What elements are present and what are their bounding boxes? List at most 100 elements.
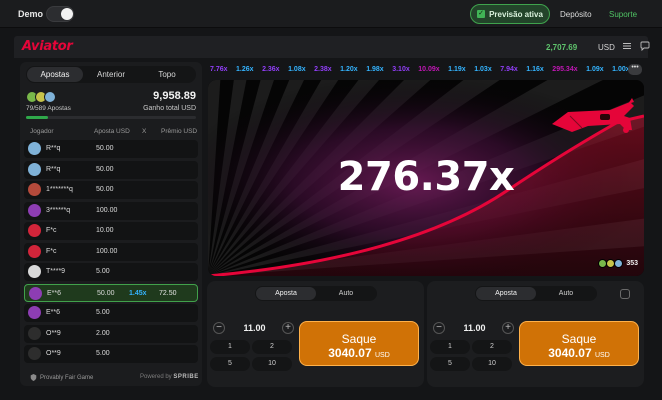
history-item[interactable]: 1.00x [612, 62, 628, 78]
bet-amount: 50.00 [96, 165, 114, 173]
tab-auto[interactable]: Auto [536, 287, 596, 300]
tab-topo[interactable]: Topo [139, 67, 195, 82]
tab-aposta[interactable]: Aposta [476, 287, 536, 300]
table-row: F*c 100.00 [24, 242, 198, 261]
deposito-link[interactable]: Depósito [560, 10, 592, 19]
progress-fill [26, 116, 49, 119]
avatar [28, 162, 41, 176]
bet-amount-stepper: − 11.00 + [213, 321, 297, 337]
quick-amount-10[interactable]: 10 [472, 357, 512, 371]
online-count: 353 [626, 259, 638, 267]
player-name: O**9 [46, 350, 61, 357]
history-item[interactable]: 1.20x [340, 62, 358, 78]
table-row: R**q 50.00 [24, 140, 198, 158]
provably-fair[interactable]: Provably Fair Game [30, 374, 93, 381]
top-avatars [26, 91, 60, 103]
quick-amount-2[interactable]: 2 [252, 340, 292, 354]
table-row: E**6 5.00 [24, 304, 198, 322]
quick-amount-2[interactable]: 2 [472, 340, 512, 354]
history-item[interactable]: 3.10x [392, 62, 410, 78]
cashout-button[interactable]: Saque 3040.07 USD [519, 321, 639, 366]
table-row: O**9 5.00 [24, 345, 198, 363]
history-item[interactable]: 1.03x [474, 62, 492, 78]
quick-amount-5[interactable]: 5 [430, 357, 470, 371]
cashout-button[interactable]: Saque 3040.07 USD [299, 321, 419, 366]
game-header: Aviator 2,707.69 USD [14, 36, 650, 58]
table-row: T****9 5.00 [24, 263, 198, 281]
increase-button[interactable]: + [282, 322, 294, 334]
bet-mode-tabs: Aposta Auto [255, 286, 377, 301]
chat-icon[interactable] [640, 41, 650, 51]
player-name: E**6 [46, 309, 61, 316]
table-row: O**9 2.00 [24, 324, 198, 343]
table-row: E**6 50.00 1.45x 72.50 [24, 283, 198, 302]
avatar [28, 244, 41, 258]
previsao-ativa-button[interactable]: ✓ Previsão ativa [470, 4, 550, 24]
avatar [28, 183, 41, 196]
bet-amount: 100.00 [96, 247, 118, 255]
cashout-multiplier: 1.45x [129, 289, 147, 297]
history-item[interactable]: 7.94x [500, 62, 518, 78]
suporte-link[interactable]: Suporte [609, 10, 637, 19]
remove-panel-icon[interactable] [620, 289, 630, 299]
history-item[interactable]: 2.36x [262, 62, 280, 78]
history-item[interactable]: 1.26x [236, 62, 254, 78]
quick-amount-10[interactable]: 10 [252, 357, 292, 371]
avatar [28, 265, 41, 278]
avatar [29, 286, 42, 300]
avatar [28, 306, 41, 319]
tab-auto[interactable]: Auto [316, 287, 376, 300]
previsao-label: Previsão ativa [489, 9, 543, 19]
history-item[interactable]: 1.16x [526, 62, 544, 78]
top-bar: Demo ✓ Previsão ativa Depósito Suporte [0, 0, 662, 28]
bet-mode-tabs: Aposta Auto [475, 286, 597, 301]
column-premio: Prêmio USD [161, 128, 198, 135]
total-win-label: Ganho total USD [143, 105, 196, 112]
bet-amount[interactable]: 11.00 [447, 323, 502, 333]
cashout-amount: 3040.07 USD [328, 346, 390, 360]
avatar [28, 347, 41, 360]
bet-amount: 50.00 [97, 289, 115, 297]
avatar [614, 258, 624, 268]
bet-amount: 2.00 [96, 329, 110, 337]
bet-amount: 50.00 [96, 186, 114, 193]
bet-amount: 5.00 [96, 268, 110, 275]
player-name: F*c [46, 247, 57, 255]
column-aposta: Aposta USD [94, 128, 130, 135]
history-item[interactable]: 295.34x [552, 62, 577, 78]
tab-anterior[interactable]: Anterior [83, 67, 139, 82]
shield-icon [30, 374, 37, 381]
history-more-button[interactable]: ••• [628, 64, 642, 75]
decrease-button[interactable]: − [433, 322, 445, 334]
history-item[interactable]: 10.09x [418, 62, 439, 78]
table-row: 1*******q 50.00 [24, 181, 198, 199]
quick-amount-1[interactable]: 1 [210, 340, 250, 354]
provably-fair-label: Provably Fair Game [40, 374, 94, 381]
history-item[interactable]: 1.19x [448, 62, 466, 78]
quick-amount-5[interactable]: 5 [210, 357, 250, 371]
history-item[interactable]: 2.38x [314, 62, 332, 78]
bet-amount[interactable]: 11.00 [227, 323, 282, 333]
bet-amount: 5.00 [96, 350, 110, 357]
tab-aposta[interactable]: Aposta [256, 287, 316, 300]
player-name: R**q [46, 145, 61, 152]
powered-label: Powered by [140, 374, 172, 380]
player-name: R**q [46, 165, 61, 173]
history-item[interactable]: 7.76x [210, 62, 228, 78]
currency: USD [598, 43, 615, 52]
online-players: 353 [598, 256, 638, 270]
avatar [28, 142, 41, 155]
history-item[interactable]: 1.08x [288, 62, 306, 78]
cashout-label: Saque [341, 332, 377, 346]
balance: 2,707.69 [546, 43, 578, 52]
menu-icon[interactable] [623, 42, 631, 50]
history-item[interactable]: 1.98x [366, 62, 384, 78]
player-name: E**6 [47, 289, 62, 297]
history-item[interactable]: 1.09x [586, 62, 604, 78]
tab-apostas[interactable]: Apostas [27, 67, 83, 82]
decrease-button[interactable]: − [213, 322, 225, 334]
demo-toggle[interactable] [46, 6, 74, 22]
increase-button[interactable]: + [502, 322, 514, 334]
player-name: O**9 [46, 329, 61, 337]
quick-amount-1[interactable]: 1 [430, 340, 470, 354]
